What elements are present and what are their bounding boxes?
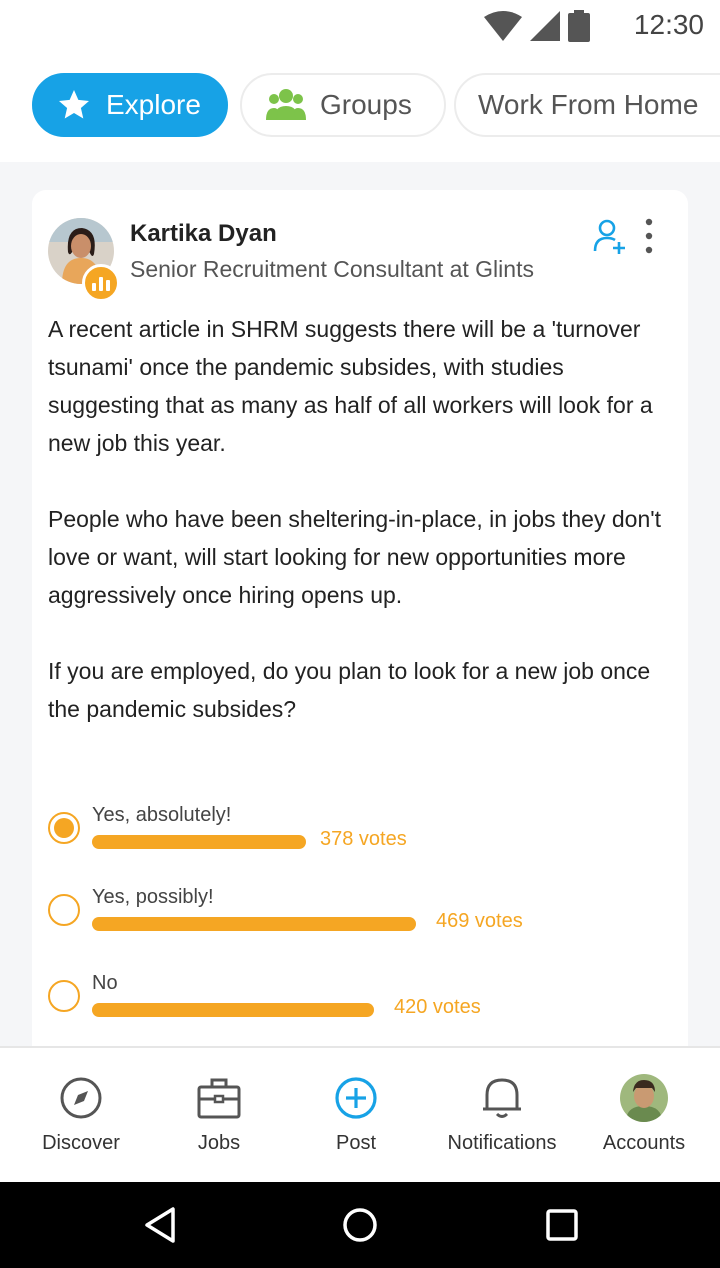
chip-groups[interactable]: Groups xyxy=(240,73,446,137)
compass-icon xyxy=(59,1074,103,1122)
chip-work-from-home[interactable]: Work From Home xyxy=(454,73,720,137)
post-body: A recent article in SHRM suggests there … xyxy=(48,310,668,766)
nav-label: Jobs xyxy=(197,1132,241,1154)
poll-option[interactable]: Yes, absolutely! 378 votes xyxy=(48,804,668,892)
follow-user-button[interactable] xyxy=(592,218,628,254)
home-circle-icon xyxy=(343,1208,377,1242)
recents-button[interactable] xyxy=(537,1200,587,1250)
post-paragraph: People who have been sheltering-in-place… xyxy=(48,506,662,608)
back-button[interactable] xyxy=(136,1200,186,1250)
nav-label: Accounts xyxy=(602,1132,686,1154)
chip-label: Groups xyxy=(320,89,412,120)
poll-option[interactable]: Yes, possibly! 469 votes xyxy=(48,886,668,974)
poll-radio[interactable] xyxy=(48,812,80,844)
poll-radio[interactable] xyxy=(48,894,80,926)
poll-result-bar xyxy=(92,835,306,849)
avatar xyxy=(620,1074,668,1122)
battery-icon xyxy=(568,10,590,42)
bell-icon xyxy=(481,1074,523,1122)
more-vertical-icon xyxy=(645,218,653,254)
home-button[interactable] xyxy=(335,1200,385,1250)
poll-vote-count: 469 votes xyxy=(436,910,523,932)
author-title: Senior Recruitment Consultant at Glints xyxy=(130,256,534,282)
author-avatar[interactable] xyxy=(48,218,120,302)
author-name[interactable]: Kartika Dyan xyxy=(130,220,277,248)
nav-label: Post xyxy=(335,1132,377,1154)
poll-vote-count: 378 votes xyxy=(320,828,407,850)
bottom-navigation: Discover Jobs Post Notifications Account… xyxy=(0,1046,720,1182)
chip-label: Explore xyxy=(106,89,201,120)
wifi-icon xyxy=(484,11,522,41)
nav-label: Discover xyxy=(42,1132,120,1154)
nav-accounts[interactable]: Accounts xyxy=(590,1048,698,1184)
post-card: Kartika Dyan Senior Recruitment Consulta… xyxy=(32,190,688,1070)
briefcase-icon xyxy=(197,1074,241,1122)
signal-icon xyxy=(530,11,560,41)
post-paragraph: A recent article in SHRM suggests there … xyxy=(48,316,653,456)
poll-badge-icon xyxy=(82,264,120,302)
system-navigation-bar xyxy=(0,1182,720,1268)
chip-label: Work From Home xyxy=(478,89,699,120)
post-paragraph: If you are employed, do you plan to look… xyxy=(48,658,651,722)
nav-discover[interactable]: Discover xyxy=(20,1048,142,1184)
poll-vote-count: 420 votes xyxy=(394,996,481,1018)
poll-option-label: Yes, possibly! xyxy=(92,886,214,908)
nav-jobs[interactable]: Jobs xyxy=(168,1048,270,1184)
add-user-icon xyxy=(593,219,625,254)
status-bar: 12:30 xyxy=(0,0,720,50)
category-chips: Explore Groups Work From Home xyxy=(0,50,720,162)
poll-radio[interactable] xyxy=(48,980,80,1012)
poll-result-bar xyxy=(92,917,416,931)
poll-option-label: Yes, absolutely! xyxy=(92,804,232,826)
poll-option-label: No xyxy=(92,972,118,994)
nav-label: Notifications xyxy=(447,1132,557,1154)
plus-circle-icon xyxy=(334,1074,378,1122)
nav-notifications[interactable]: Notifications xyxy=(430,1048,574,1184)
nav-post[interactable]: Post xyxy=(305,1048,407,1184)
star-icon xyxy=(56,87,92,123)
back-triangle-icon xyxy=(145,1207,175,1243)
poll-result-bar xyxy=(92,1003,374,1017)
status-icons xyxy=(484,10,590,42)
recents-square-icon xyxy=(546,1209,578,1241)
status-time: 12:30 xyxy=(633,9,704,40)
more-options-button[interactable] xyxy=(636,216,662,256)
chip-explore[interactable]: Explore xyxy=(32,73,228,137)
groups-icon xyxy=(266,88,306,122)
radio-selected-dot xyxy=(54,818,74,838)
